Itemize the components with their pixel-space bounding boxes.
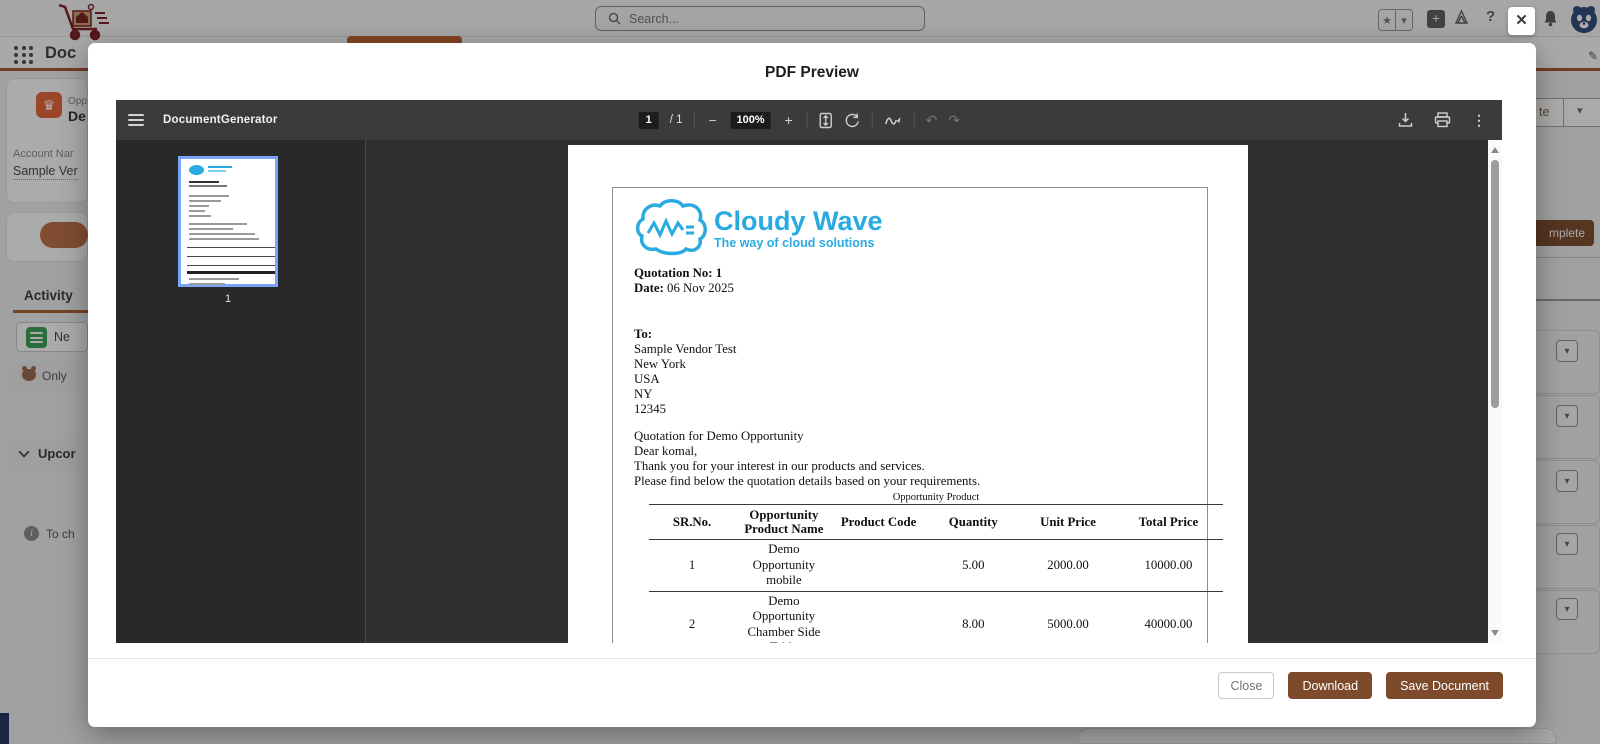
brand-name: Cloudy Wave xyxy=(714,206,883,236)
table-row: 1 Demo Opportunity mobile 5.00 2000.00 1… xyxy=(649,539,1223,592)
modal-close-button[interactable]: ✕ xyxy=(1508,7,1535,35)
pdf-viewer-toolbar: DocumentGenerator 1 / 1 − 100% + ↶ ↷ ⋮ xyxy=(116,100,1502,140)
thumbnail-page-number: 1 xyxy=(224,293,232,305)
recipient-line: New York xyxy=(634,357,686,371)
table-header-row: SR.No. Opportunity Product Name Product … xyxy=(649,504,1223,540)
zoom-out-button[interactable]: − xyxy=(706,112,720,128)
rotate-page-icon[interactable] xyxy=(844,112,861,129)
pdf-page-area[interactable]: Cloudy Wave The way of cloud solutions Q… xyxy=(366,140,1488,643)
intro-line: Quotation for Demo Opportunity xyxy=(634,429,804,443)
modal-footer: Close Download Save Document xyxy=(88,658,1536,727)
recipient-line: 12345 xyxy=(634,402,666,416)
print-icon[interactable] xyxy=(1434,112,1451,128)
pdf-viewer: DocumentGenerator 1 / 1 − 100% + ↶ ↷ ⋮ 1… xyxy=(116,100,1502,643)
pdf-preview-modal: PDF Preview DocumentGenerator 1 / 1 − 10… xyxy=(88,43,1536,727)
to-label: To: xyxy=(634,327,653,341)
modal-title: PDF Preview xyxy=(765,64,859,81)
recipient-line: NY xyxy=(634,387,653,401)
redo-icon[interactable]: ↷ xyxy=(948,112,960,129)
brand-tagline: The way of cloud solutions xyxy=(714,236,875,250)
viewer-app-title: DocumentGenerator xyxy=(163,114,278,126)
zoom-level-value[interactable]: 100% xyxy=(730,111,771,129)
intro-line: Dear komal, xyxy=(634,444,698,458)
recipient-line: Sample Vendor Test xyxy=(634,342,737,356)
page-number-input[interactable]: 1 xyxy=(638,111,659,129)
close-icon: ✕ xyxy=(1515,12,1528,29)
page-thumbnail[interactable] xyxy=(178,156,278,287)
opportunity-product-table: SR.No. Opportunity Product Name Product … xyxy=(649,504,1223,643)
thumbnail-sidebar: 1 xyxy=(116,140,366,643)
scrollbar-up-arrow[interactable] xyxy=(1491,147,1499,153)
annotate-pen-icon[interactable] xyxy=(884,113,903,128)
quotation-number-line: Quotation No: 1 xyxy=(634,266,723,280)
table-row: 2 Demo Opportunity Chamber Side Table 8.… xyxy=(649,591,1223,643)
pdf-page: Cloudy Wave The way of cloud solutions Q… xyxy=(568,145,1248,643)
scrollbar-down-arrow[interactable] xyxy=(1491,630,1499,636)
sidebar-toggle-hamburger-icon[interactable] xyxy=(128,114,144,126)
zoom-in-button[interactable]: + xyxy=(782,112,796,128)
viewer-scrollbar[interactable] xyxy=(1488,140,1502,643)
scrollbar-thumb[interactable] xyxy=(1491,160,1499,408)
recipient-line: USA xyxy=(634,372,660,386)
intro-line: Thank you for your interest in our produ… xyxy=(634,459,925,473)
cloud-wave-logo-icon xyxy=(635,199,707,256)
undo-icon[interactable]: ↶ xyxy=(926,112,938,129)
save-document-button[interactable]: Save Document xyxy=(1386,672,1503,699)
fit-page-icon[interactable] xyxy=(819,112,833,129)
quotation-letter: Cloudy Wave The way of cloud solutions Q… xyxy=(612,187,1223,643)
more-options-kebab-icon[interactable]: ⋮ xyxy=(1472,112,1486,129)
company-logo: Cloudy Wave The way of cloud solutions xyxy=(634,197,1189,259)
page-total-label: / 1 xyxy=(669,114,683,126)
intro-line: Please find below the quotation details … xyxy=(634,474,981,488)
download-icon[interactable] xyxy=(1398,112,1413,128)
quotation-date-line: Date: 06 Nov 2025 xyxy=(634,281,734,295)
download-button[interactable]: Download xyxy=(1288,672,1373,699)
table-caption: Opportunity Product xyxy=(892,492,980,503)
close-button[interactable]: Close xyxy=(1218,672,1275,699)
